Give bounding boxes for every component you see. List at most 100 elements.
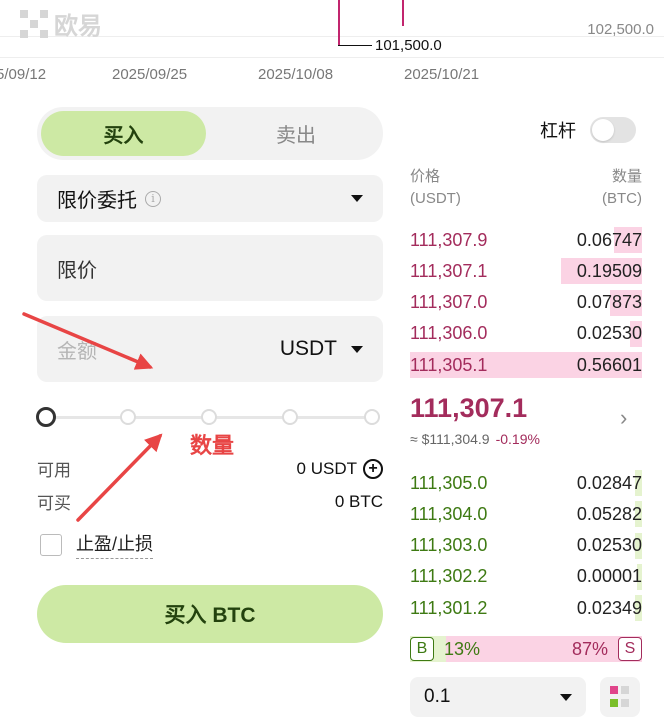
okx-logo-icon <box>20 9 48 38</box>
bid-row[interactable]: 111,305.0 0.02847 <box>410 470 642 496</box>
sell-tab[interactable]: 卖出 <box>212 111 380 156</box>
ask-qty: 0.56601 <box>576 354 642 375</box>
buy-sell-ratio-bar: B 13% 87% S <box>410 636 642 662</box>
low-price-marker: 101,500.0 <box>375 37 442 54</box>
view-icon-cell <box>610 699 618 707</box>
slider-node-50[interactable] <box>201 409 217 425</box>
ask-qty: 0.06747 <box>576 229 642 250</box>
price-column-header: 价格 (USDT) <box>410 166 461 210</box>
caret-down-icon <box>351 345 363 353</box>
view-icon-cell <box>621 699 629 707</box>
bid-price: 111,305.0 <box>410 472 488 493</box>
orderbook-view-icon[interactable] <box>600 677 640 717</box>
bid-price: 111,302.2 <box>410 566 488 587</box>
slider-handle[interactable] <box>36 407 56 427</box>
ask-price: 111,307.0 <box>410 292 488 313</box>
can-buy-label: 可买 <box>37 494 71 513</box>
price-header-unit: (USDT) <box>410 190 461 207</box>
usd-equivalent: ≈ $111,304.9 <box>410 431 490 447</box>
price-change: -0.19% <box>495 431 540 447</box>
amount-unit-label: USDT <box>279 337 337 360</box>
amount-unit-select[interactable]: USDT <box>280 337 363 361</box>
sell-badge: S <box>618 637 642 661</box>
chevron-right-icon[interactable]: › <box>620 405 627 431</box>
view-icon-cell <box>621 686 629 694</box>
bid-qty: 0.02349 <box>576 597 642 618</box>
ask-price: 111,305.1 <box>410 354 488 375</box>
qty-header-label: 数量 <box>611 168 642 185</box>
tpsl-option[interactable]: 止盈/止损 <box>40 530 154 559</box>
bid-qty: 0.05282 <box>576 503 642 524</box>
ask-row[interactable]: 111,306.0 0.02530 <box>410 320 642 347</box>
ask-qty: 0.02530 <box>576 323 642 344</box>
slider-node-75[interactable] <box>282 409 298 425</box>
available-value: 0 USDT <box>296 458 357 478</box>
can-buy-value: 0 BTC <box>334 491 383 511</box>
candle-wick <box>402 0 404 26</box>
annotation-label: 数量 <box>190 433 235 458</box>
bid-qty: 0.02847 <box>576 472 642 493</box>
ask-qty: 0.07873 <box>576 292 642 313</box>
chart-grid-line <box>0 57 664 58</box>
leverage-label: 杠杆 <box>540 121 576 141</box>
price-chart[interactable]: 欧易 101,500.0 102,500.0 5/09/12 2025/09/2… <box>0 0 664 92</box>
tpsl-label[interactable]: 止盈/止损 <box>76 530 154 559</box>
bid-row[interactable]: 111,304.0 0.05282 <box>410 501 642 528</box>
date-axis-label: 2025/10/21 <box>404 66 480 83</box>
can-buy-row: 可买 0 BTC <box>37 489 383 514</box>
leverage-toggle-row: 杠杆 <box>540 117 636 143</box>
bid-price: 111,304.0 <box>410 503 488 524</box>
bid-row[interactable]: 111,301.2 0.02349 <box>410 595 642 622</box>
bid-qty: 0.02530 <box>576 535 642 556</box>
bid-price: 111,303.0 <box>410 535 488 556</box>
bid-row[interactable]: 111,302.2 0.00001 <box>410 563 642 590</box>
caret-down-icon <box>560 693 572 701</box>
limit-price-placeholder: 限价 <box>57 259 97 282</box>
amount-placeholder: 金额 <box>57 340 97 363</box>
info-icon[interactable]: i <box>145 190 161 207</box>
precision-value: 0.1 <box>424 686 451 707</box>
add-funds-icon[interactable]: + <box>363 458 383 479</box>
leverage-toggle[interactable] <box>590 117 636 143</box>
slider-node-100[interactable] <box>364 409 380 425</box>
logo-text: 欧易 <box>54 13 102 40</box>
date-axis-label: 2025/09/25 <box>112 66 188 83</box>
precision-select[interactable]: 0.1 <box>410 677 586 717</box>
qty-column-header: 数量 (BTC) <box>602 166 642 210</box>
okx-watermark-logo: 欧易 <box>20 6 102 41</box>
tpsl-checkbox[interactable] <box>40 533 62 556</box>
bid-row[interactable]: 111,303.0 0.02530 <box>410 532 642 559</box>
limit-price-input[interactable]: 限价 <box>37 235 383 301</box>
ask-row[interactable]: 111,307.9 0.06747 <box>410 227 642 253</box>
buy-ratio: 13% <box>444 639 481 659</box>
low-price-marker-line <box>338 45 372 46</box>
view-icon-cell <box>610 686 618 694</box>
price-axis-label: 102,500.0 <box>587 21 654 38</box>
price-header-label: 价格 <box>410 168 441 185</box>
caret-down-icon <box>351 195 363 202</box>
order-type-select[interactable]: 限价委托 i <box>37 175 383 222</box>
slider-node-25[interactable] <box>120 409 136 425</box>
ask-qty: 0.19509 <box>576 260 642 281</box>
available-label: 可用 <box>37 461 71 480</box>
ask-price: 111,307.1 <box>410 260 488 281</box>
candle-wick <box>338 0 340 46</box>
ask-row[interactable]: 111,307.0 0.07873 <box>410 289 642 316</box>
buy-btc-button[interactable]: 买入 BTC <box>37 585 383 643</box>
order-type-label: 限价委托 <box>57 190 137 212</box>
buy-badge: B <box>410 637 434 661</box>
ask-price: 111,306.0 <box>410 323 488 344</box>
sell-ratio: 87% <box>571 639 608 659</box>
ask-row[interactable]: 111,307.1 0.19509 <box>410 258 642 285</box>
bid-qty: 0.00001 <box>576 566 642 587</box>
bid-price: 111,301.2 <box>410 597 488 618</box>
date-axis-label: 5/09/12 <box>0 66 47 83</box>
ask-price: 111,307.9 <box>410 229 488 250</box>
amount-input[interactable]: 金额 USDT <box>37 316 383 382</box>
last-price[interactable]: 111,307.1 <box>410 393 527 424</box>
buy-tab[interactable]: 买入 <box>41 111 206 156</box>
last-price-sub: ≈ $111,304.9 -0.19% <box>410 431 540 447</box>
qty-header-unit: (BTC) <box>602 190 642 207</box>
date-axis-label: 2025/10/08 <box>258 66 334 83</box>
ask-row[interactable]: 111,305.1 0.56601 <box>410 352 642 379</box>
